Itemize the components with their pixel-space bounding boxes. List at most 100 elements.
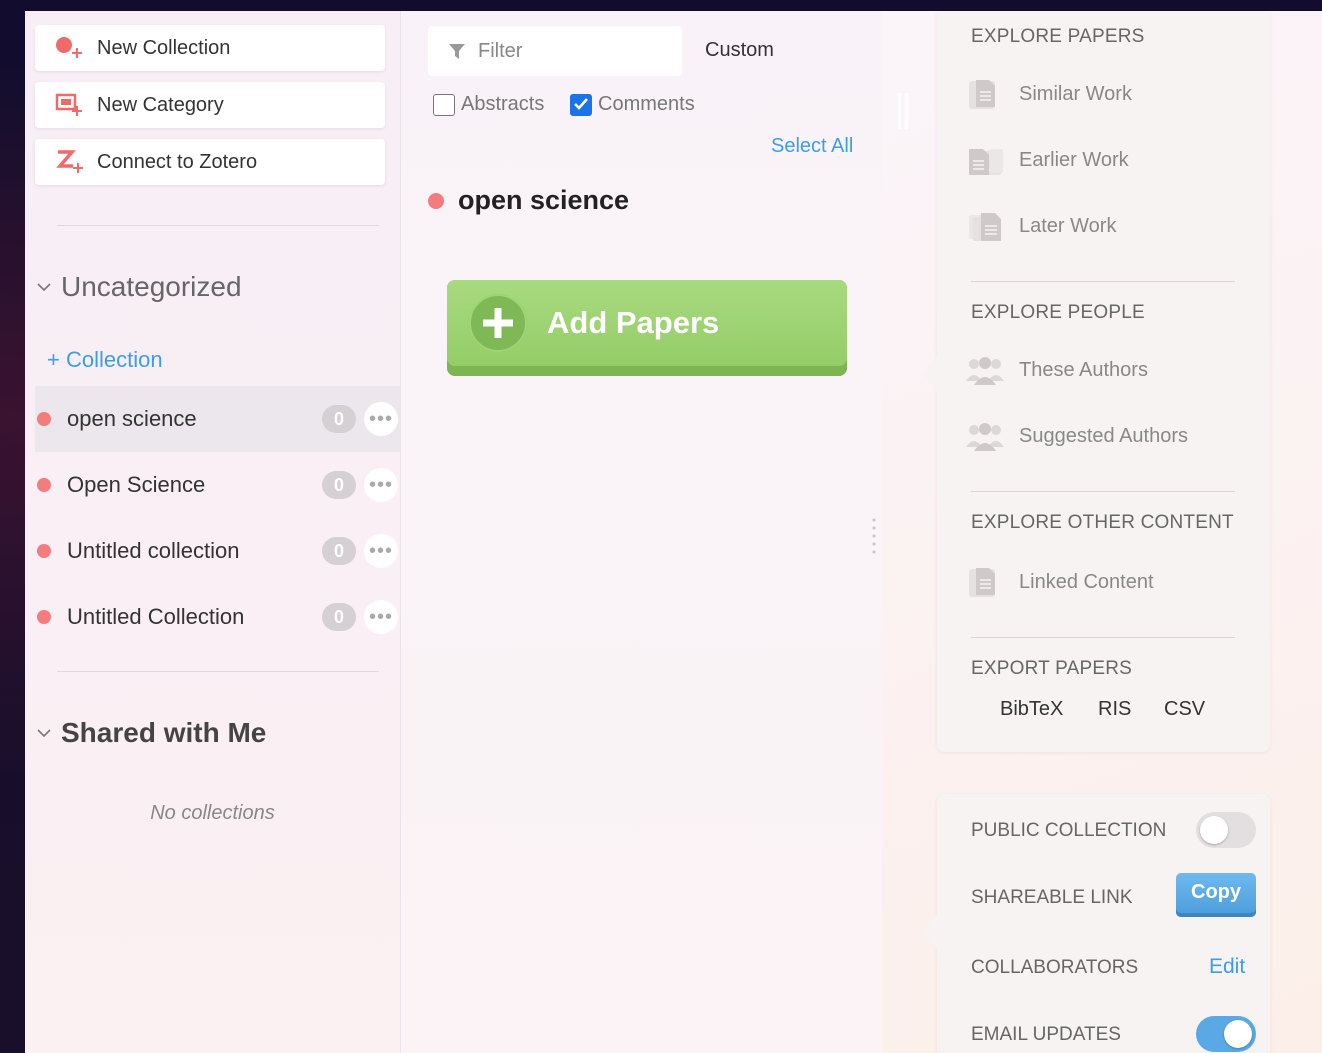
connect-zotero-button[interactable]: Connect to Zotero <box>35 139 385 185</box>
sidebar-divider <box>57 671 379 672</box>
collection-dot <box>37 412 51 426</box>
more-options-button[interactable]: ••• <box>364 534 398 568</box>
chevron-down-icon <box>37 729 51 738</box>
earlier-documents-icon <box>965 143 1005 177</box>
similar-work-label: Similar Work <box>1019 82 1132 105</box>
collection-dot <box>37 610 51 624</box>
later-work-link[interactable]: Later Work <box>965 209 1116 243</box>
document-icon <box>965 77 1005 111</box>
current-collection-heading: open science <box>428 185 629 216</box>
collaborators-label: COLLABORATORS <box>971 957 1139 978</box>
filter-placeholder: Filter <box>478 39 523 62</box>
new-collection-icon <box>55 35 85 61</box>
uncategorized-group-header[interactable]: Uncategorized <box>35 271 242 303</box>
ellipsis-icon: ••• <box>368 408 393 430</box>
paper-count-badge: 0 <box>322 471 356 499</box>
toggle-knob <box>1224 1020 1252 1048</box>
more-options-button[interactable]: ••• <box>364 468 398 502</box>
email-updates-label: EMAIL UPDATES <box>971 1024 1121 1045</box>
comments-checkbox[interactable]: Comments <box>570 93 695 116</box>
app-background: New Collection New Category Connect to Z… <box>0 0 1322 1053</box>
document-icon <box>965 565 1005 599</box>
collection-name: Untitled collection <box>67 538 240 563</box>
export-csv-link[interactable]: CSV <box>1164 698 1205 721</box>
panel-pointer <box>923 914 937 950</box>
app-window: New Collection New Category Connect to Z… <box>25 11 1322 1053</box>
collection-name: Untitled Collection <box>67 604 245 629</box>
export-ris-link[interactable]: RIS <box>1098 698 1131 721</box>
paper-count-badge: 0 <box>322 603 356 631</box>
abstracts-checkbox[interactable]: Abstracts <box>433 93 544 116</box>
ellipsis-icon: ••• <box>368 606 393 628</box>
checkbox-checked-icon <box>570 93 592 116</box>
more-options-button[interactable]: ••• <box>364 600 398 634</box>
new-category-label: New Category <box>97 93 224 116</box>
explore-people-title: EXPLORE PEOPLE <box>971 302 1145 323</box>
later-work-label: Later Work <box>1019 214 1117 237</box>
chevron-down-icon <box>37 283 51 292</box>
uncategorized-title: Uncategorized <box>61 271 242 302</box>
collection-name: Open Science <box>67 472 206 497</box>
new-category-icon <box>55 92 85 118</box>
copy-link-button[interactable]: Copy <box>1176 873 1256 917</box>
panel-resize-handle[interactable] <box>896 93 910 129</box>
sidebar-divider <box>57 225 379 226</box>
earlier-work-label: Earlier Work <box>1019 148 1129 171</box>
comments-label: Comments <box>598 93 695 115</box>
public-collection-label: PUBLIC COLLECTION <box>971 820 1167 841</box>
these-authors-link[interactable]: These Authors <box>965 353 1148 387</box>
more-options-button[interactable]: ••• <box>364 402 398 436</box>
current-collection-title: open science <box>458 185 630 215</box>
ellipsis-icon: ••• <box>368 474 393 496</box>
collection-dot <box>37 544 51 558</box>
filter-icon <box>449 44 465 59</box>
empty-state-text: No collections <box>150 802 275 824</box>
collection-dot <box>428 192 444 209</box>
add-collection-link[interactable]: + Collection <box>47 347 163 373</box>
export-bibtex-link[interactable]: BibTeX <box>1000 698 1063 721</box>
people-icon <box>965 419 1005 453</box>
papers-panel: Filter Custom Abstracts Comments Select … <box>400 11 882 1053</box>
add-papers-face: Add Papers <box>447 280 847 366</box>
public-collection-toggle[interactable] <box>1196 812 1256 848</box>
collection-item-open-science[interactable]: Open Science 0 ••• <box>35 452 400 518</box>
collection-dot <box>37 478 51 492</box>
explore-papers-title: EXPLORE PAPERS <box>971 26 1145 47</box>
collection-item-untitled-collection-lower[interactable]: Untitled collection 0 ••• <box>35 518 400 584</box>
shared-with-me-title: Shared with Me <box>61 717 267 748</box>
plus-icon <box>469 294 527 352</box>
new-collection-button[interactable]: New Collection <box>35 25 385 71</box>
shared-group-header[interactable]: Shared with Me <box>35 717 266 749</box>
panel-divider <box>971 281 1235 282</box>
add-papers-label: Add Papers <box>547 305 720 340</box>
abstracts-label: Abstracts <box>461 93 545 115</box>
panel-divider <box>971 491 1235 492</box>
later-documents-icon <box>965 209 1005 243</box>
explore-panel: EXPLORE PAPERS Similar Work Earlier Work… <box>923 11 1270 752</box>
panel-resize-grip[interactable] <box>871 516 877 556</box>
ellipsis-icon: ••• <box>368 540 393 562</box>
toggle-knob <box>1200 816 1228 844</box>
sort-dropdown[interactable]: Custom <box>705 39 774 62</box>
email-updates-toggle[interactable] <box>1196 1016 1256 1052</box>
filter-input[interactable]: Filter <box>428 26 682 76</box>
suggested-authors-link[interactable]: Suggested Authors <box>965 419 1188 453</box>
export-papers-title: EXPORT PAPERS <box>971 658 1132 679</box>
similar-work-link[interactable]: Similar Work <box>965 77 1132 111</box>
paper-count-badge: 0 <box>322 405 356 433</box>
linked-content-link[interactable]: Linked Content <box>965 565 1154 599</box>
collection-item-open-science-lower[interactable]: open science 0 ••• <box>35 386 400 452</box>
these-authors-label: These Authors <box>1019 358 1148 381</box>
zotero-icon <box>55 149 85 175</box>
collection-item-untitled-collection[interactable]: Untitled Collection 0 ••• <box>35 584 400 650</box>
panel-divider <box>971 637 1235 638</box>
add-papers-button[interactable]: Add Papers <box>447 280 847 376</box>
checkbox-unchecked-icon <box>433 93 455 116</box>
collections-sidebar: New Collection New Category Connect to Z… <box>25 11 400 1053</box>
new-collection-label: New Collection <box>97 36 231 59</box>
new-category-button[interactable]: New Category <box>35 82 385 128</box>
edit-collaborators-link[interactable]: Edit <box>1209 955 1245 979</box>
shareable-link-label: SHAREABLE LINK <box>971 887 1133 908</box>
earlier-work-link[interactable]: Earlier Work <box>965 143 1129 177</box>
select-all-link[interactable]: Select All <box>771 135 853 158</box>
